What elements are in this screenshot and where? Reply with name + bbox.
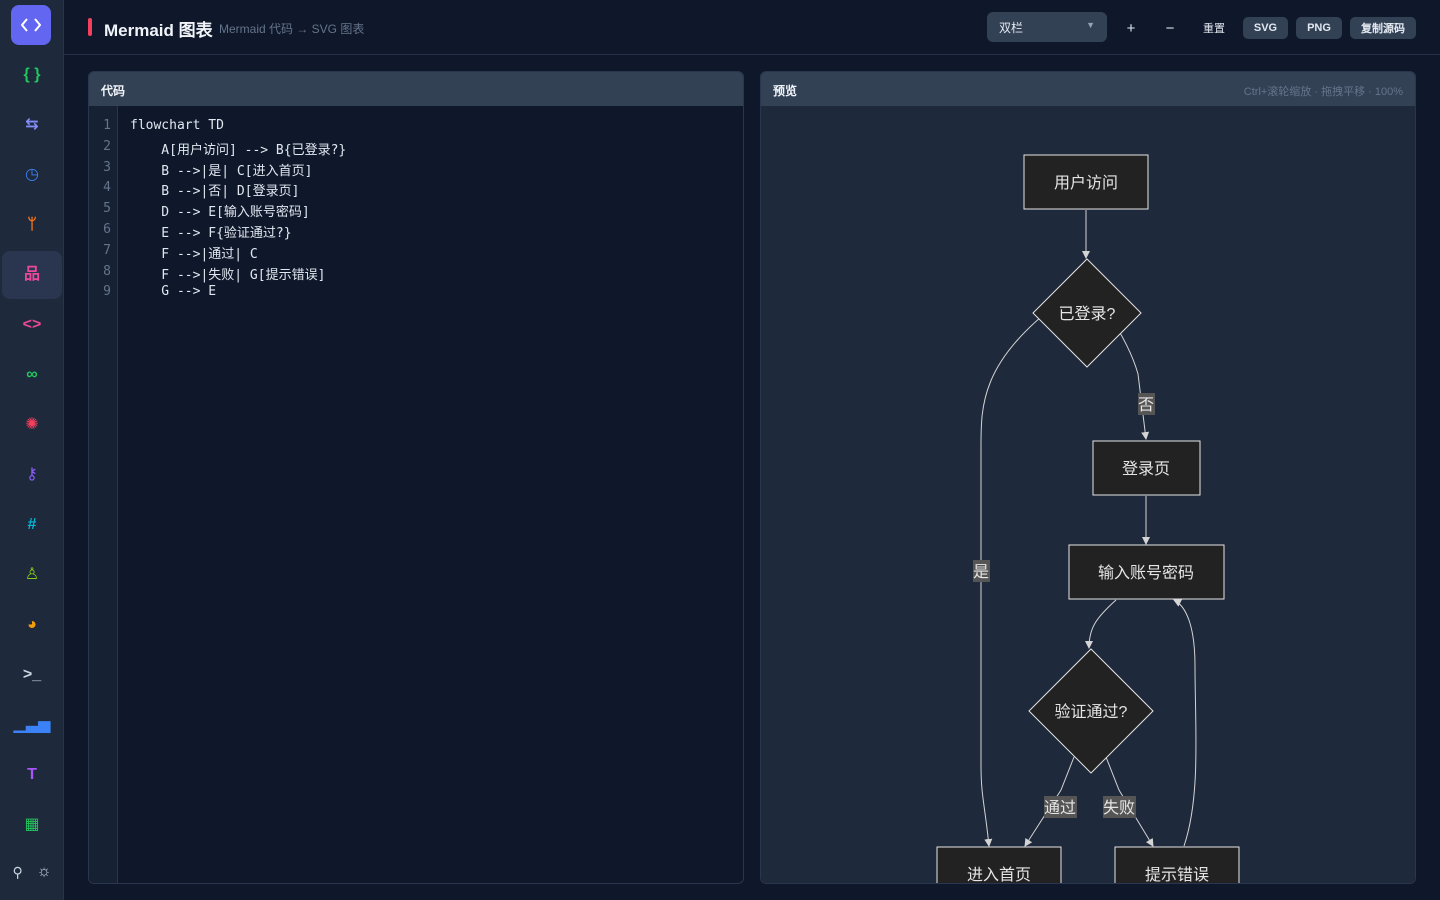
line-number: 4 (103, 180, 111, 196)
code-line: G --> E (130, 284, 217, 300)
code-panel-title: 代码 (101, 84, 126, 98)
header: Mermaid 图表 Mermaid 代码 → SVG 图表 双栏 ▼ + − … (64, 0, 1440, 55)
preview-hint: Ctrl+滚轮缩放 · 拖拽平移 · 100% (1243, 86, 1403, 98)
code-line: B -->|是| C[进入首页] (130, 163, 313, 179)
line-number: 9 (103, 284, 111, 300)
sidebar-item-qr[interactable]: ▦ (0, 801, 64, 849)
export-svg-button[interactable]: SVG (1243, 17, 1288, 39)
sidebar-item-text[interactable]: T (0, 751, 64, 799)
preview-canvas[interactable]: 用户访问 已登录? 登录页 输入账号密码 验证通过? 进入首页 提示错误 是 否… (761, 106, 1415, 883)
sidebar-item-swap[interactable]: ⇆ (0, 101, 64, 149)
line-number: 6 (103, 222, 111, 237)
page-subtitle: Mermaid 代码 → SVG 图表 (219, 22, 365, 36)
code-icon: <> (22, 316, 42, 333)
code-line: F -->|通过| C (130, 246, 258, 262)
node-label-a: 用户访问 (1054, 174, 1118, 192)
swap-icon: ⇆ (25, 116, 39, 133)
sidebar-item-antenna[interactable]: ♙ (0, 551, 64, 599)
preview-panel-header: 预览 Ctrl+滚轮缩放 · 拖拽平移 · 100% (761, 72, 1415, 106)
node-label-g: 提示错误 (1145, 866, 1209, 883)
clock-icon: ◷ (25, 166, 39, 183)
text-icon: T (27, 766, 37, 783)
antenna-icon: ♙ (24, 566, 40, 583)
sidebar-footer: ⚲ ☼ (0, 856, 64, 888)
sidebar: { } ⇆ ◷ ᛘ 品 <> ∞ ✺ ⚷ # ♙ ◕ >_ ▁▃▅ T ▦ ⚲ ☼ (0, 0, 64, 900)
code-line: A[用户访问] --> B{已登录?} (130, 142, 347, 158)
qr-icon: ▦ (24, 816, 40, 833)
export-png-button[interactable]: PNG (1296, 17, 1342, 39)
terminal-icon: >_ (22, 666, 42, 683)
edge-label-yes: 是 (973, 564, 989, 581)
sidebar-item-code[interactable]: <> (0, 301, 64, 349)
layout-select-value: 双栏 (999, 21, 1024, 35)
theme-toggle-icon[interactable]: ☼ (37, 863, 52, 881)
palette-icon: ◕ (27, 616, 37, 633)
edge-e-f (1085, 599, 1117, 649)
code-line: D --> E[输入账号密码] (130, 205, 310, 221)
preview-panel: 预览 Ctrl+滚轮缩放 · 拖拽平移 · 100% 用户访问 已登录? 登录页… (760, 71, 1416, 884)
sun-icon: ✺ (25, 416, 39, 433)
node-label-b: 已登录? (1059, 305, 1116, 323)
edge-g-e (1173, 599, 1197, 847)
code-line: F -->|失败| G[提示错误] (130, 267, 326, 283)
line-number: 2 (103, 138, 111, 154)
sidebar-item-clock[interactable]: ◷ (0, 151, 64, 199)
edge-b-c (980, 303, 1058, 847)
sidebar-item-sun[interactable]: ✺ (0, 401, 64, 449)
sidebar-item-hash[interactable]: # (0, 501, 64, 549)
node-label-f: 验证通过? (1055, 703, 1128, 721)
app-logo-button[interactable] (11, 5, 51, 45)
sidebar-item-terminal[interactable]: >_ (0, 651, 64, 699)
code-panel-header: 代码 (89, 72, 743, 106)
chevron-down-icon: ▼ (1086, 20, 1095, 30)
sidebar-item-key[interactable]: ⚷ (0, 451, 64, 499)
line-number: 1 (103, 118, 111, 133)
diagram-icon: 品 (23, 266, 40, 283)
edge-label-no: 否 (1138, 397, 1154, 414)
node-label-d: 登录页 (1122, 460, 1170, 478)
zoom-in-button[interactable]: + (1120, 17, 1142, 39)
node-label-c: 进入首页 (967, 866, 1031, 883)
code-editor[interactable]: 1 flowchart TD 2 A[用户访问] --> B{已登录?} 3 B --… (89, 106, 743, 883)
zoom-out-button[interactable]: − (1159, 17, 1181, 39)
code-icon (21, 18, 41, 32)
key-icon: ⚷ (26, 466, 38, 483)
flowchart-nodes (936, 154, 1240, 883)
code-panel: 代码 1 flowchart TD 2 A[用户访问] --> B{已登录?} 3 B… (88, 71, 744, 884)
braces-icon: { } (23, 66, 41, 83)
sidebar-item-bar-chart[interactable]: ▁▃▅ (0, 701, 64, 749)
title-accent (88, 18, 92, 36)
line-number: 8 (103, 263, 111, 279)
line-number: 3 (103, 159, 111, 175)
sidebar-item-palette[interactable]: ◕ (0, 601, 64, 649)
edge-label-pass: 通过 (1044, 799, 1076, 817)
bar-chart-icon: ▁▃▅ (13, 716, 51, 733)
code-line: flowchart TD (130, 118, 224, 133)
edge-label-fail: 失败 (1103, 799, 1135, 817)
flowchart-svg: 用户访问 已登录? 登录页 输入账号密码 验证通过? 进入首页 提示错误 是 否… (936, 154, 1240, 883)
page-title: Mermaid 图表 (104, 21, 213, 40)
code-line: E --> F{验证通过?} (130, 226, 292, 241)
layout-select[interactable]: 双栏 ▼ (987, 12, 1107, 42)
node-label-e: 输入账号密码 (1098, 564, 1194, 582)
sidebar-item-diagram[interactable]: 品 (2, 251, 62, 299)
sidebar-item-git-branch[interactable]: ᛘ (0, 201, 64, 249)
sidebar-item-link[interactable]: ∞ (0, 351, 64, 399)
sidebar-item-braces[interactable]: { } (0, 51, 64, 99)
line-number: 5 (103, 201, 111, 217)
pin-icon[interactable]: ⚲ (13, 864, 23, 881)
reset-button[interactable]: 重置 (1196, 17, 1232, 39)
preview-panel-title: 预览 (773, 84, 798, 98)
link-icon: ∞ (26, 366, 38, 383)
line-number: 7 (103, 242, 111, 258)
git-branch-icon: ᛘ (27, 216, 37, 233)
hash-icon: # (27, 516, 37, 533)
code-line: B -->|否| D[登录页] (130, 184, 300, 200)
copy-source-button[interactable]: 复制源码 (1350, 17, 1416, 39)
